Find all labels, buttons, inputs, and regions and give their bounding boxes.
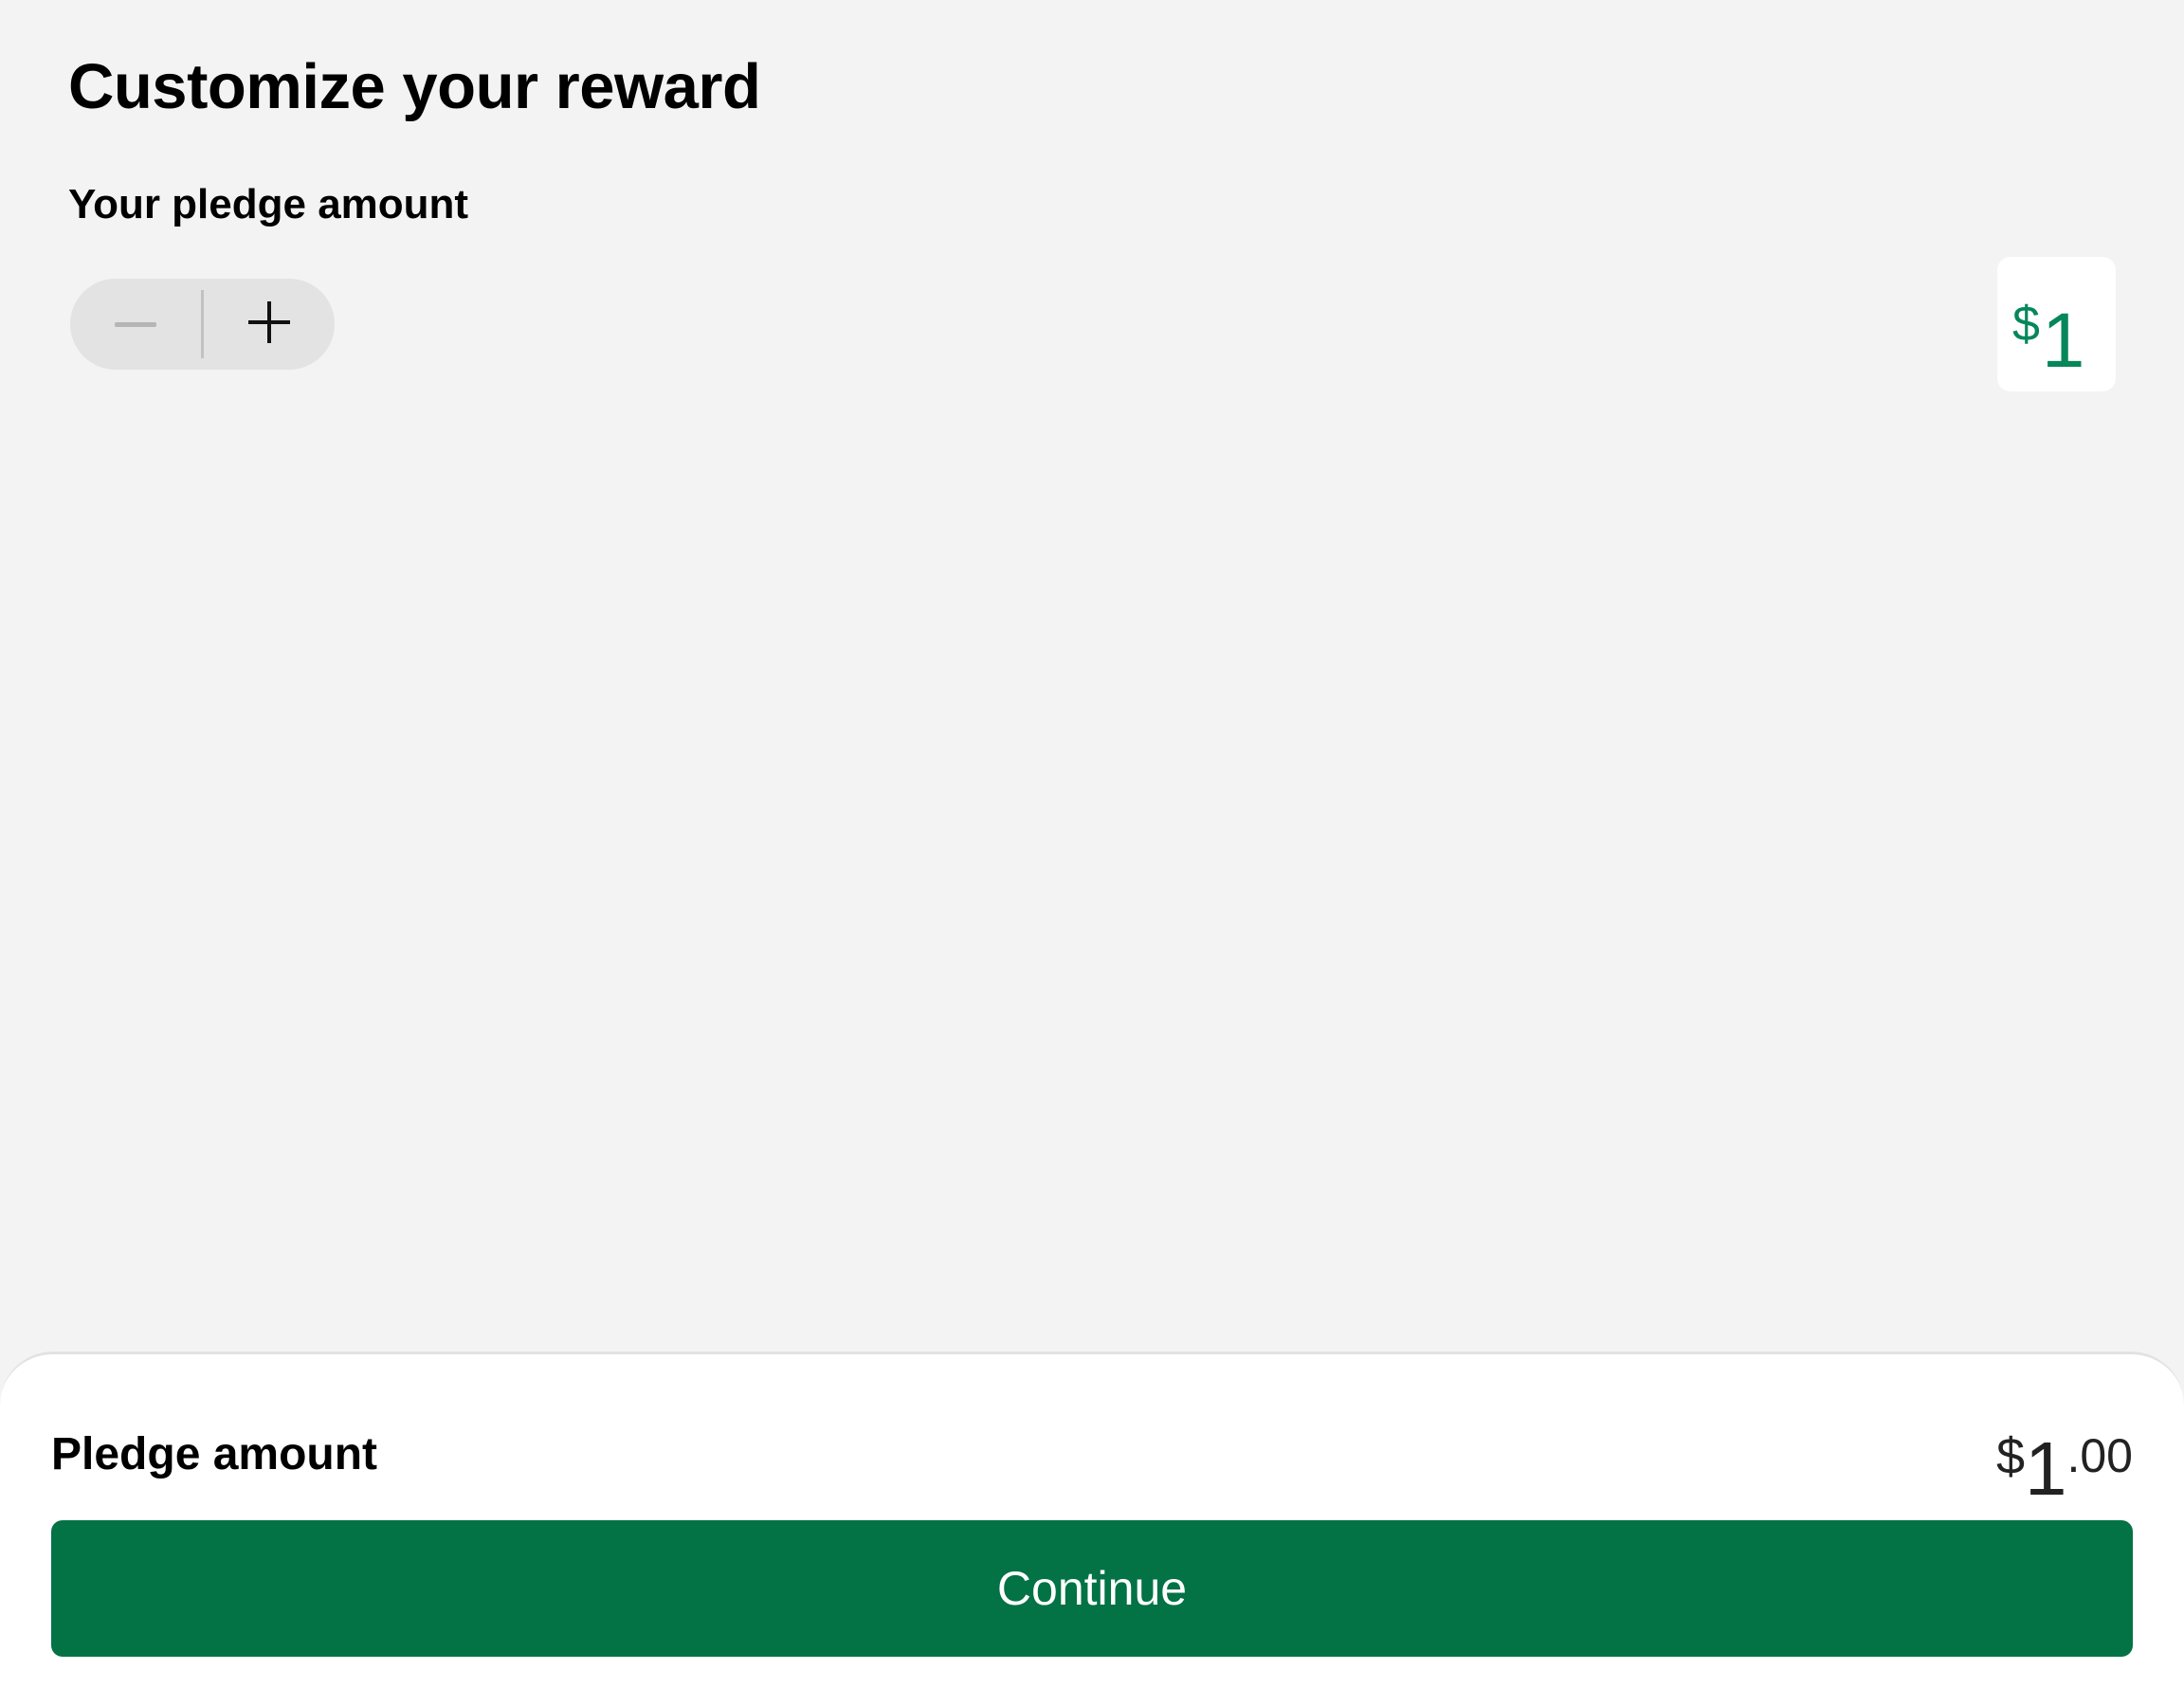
currency-symbol: $: [2012, 297, 2040, 352]
checkout-footer: Pledge amount $1.00 Continue: [0, 1352, 2184, 1706]
footer-amount-whole: 1: [2024, 1426, 2067, 1511]
plus-icon: [248, 300, 290, 348]
continue-button[interactable]: Continue: [51, 1520, 2133, 1657]
decrement-button[interactable]: [70, 279, 201, 370]
footer-pledge-amount: $1.00: [1996, 1413, 2133, 1534]
pledge-page: Customize your reward Your pledge amount…: [0, 0, 2184, 1706]
pledge-amount-input[interactable]: $1: [1997, 257, 2116, 391]
pledge-amount-label: Your pledge amount: [68, 181, 469, 227]
increment-button[interactable]: [204, 279, 335, 370]
footer-amount-decimal: .00: [2066, 1429, 2133, 1482]
pledge-stepper: [70, 279, 335, 370]
pledge-amount-value: 1: [2041, 298, 2085, 384]
page-title: Customize your reward: [68, 51, 761, 122]
footer-currency-symbol: $: [1995, 1428, 2025, 1485]
footer-pledge-label: Pledge amount: [51, 1429, 378, 1479]
minus-icon: [115, 316, 156, 333]
